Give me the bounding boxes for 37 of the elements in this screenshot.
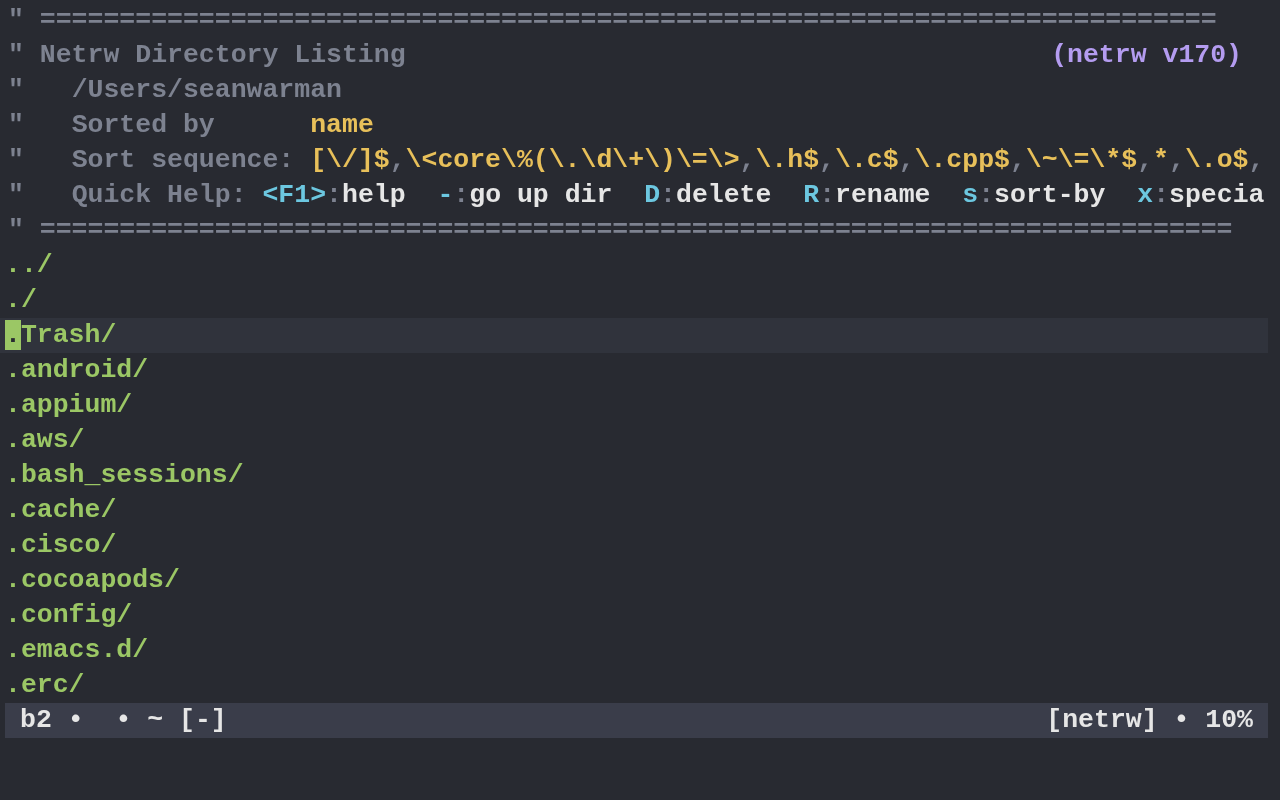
help-separator: : bbox=[326, 178, 342, 212]
help-separator: : bbox=[1153, 178, 1170, 212]
version-label: (netrw v170) bbox=[1051, 38, 1242, 72]
help-key: <F1> bbox=[262, 175, 327, 216]
help-separator: : bbox=[660, 178, 676, 212]
help-action: help bbox=[342, 178, 406, 212]
sorted-by-label: Sorted by bbox=[71, 108, 215, 142]
help-separator: : bbox=[453, 178, 470, 212]
listing-title: Netrw Directory Listing bbox=[39, 38, 406, 72]
help-key: D bbox=[644, 175, 661, 216]
directory-path: /Users/seanwarman bbox=[71, 73, 342, 107]
sort-sequence: [\/]$,\<core\%(\.\d\+\)\=\>,\.h$,\.c$,\.cpp$,\~\=\*$,*,\.o$, bbox=[310, 143, 1265, 177]
comment-mark: " bbox=[8, 3, 24, 37]
comment-mark: " bbox=[8, 73, 24, 107]
comment-mark: " bbox=[8, 213, 24, 247]
sorted-by-value: name bbox=[310, 108, 374, 142]
comment-mark: " bbox=[8, 38, 24, 72]
rule-line: ========================================================================== bbox=[39, 3, 1217, 37]
help-action: sort-by bbox=[994, 178, 1106, 212]
comment-mark: " bbox=[8, 178, 24, 212]
sort-sequence-label: Sort sequence: bbox=[71, 143, 295, 177]
help-action: specia bbox=[1169, 178, 1265, 212]
help-separator: : bbox=[978, 178, 995, 212]
quick-help-label: Quick Help: bbox=[71, 178, 247, 212]
help-key: x bbox=[1137, 175, 1154, 216]
help-action: rename bbox=[835, 178, 931, 212]
help-action: delete bbox=[676, 178, 772, 212]
help-key: R bbox=[803, 175, 820, 216]
help-separator: : bbox=[819, 178, 836, 212]
comment-mark: " bbox=[8, 108, 24, 142]
help-action: go up dir bbox=[469, 178, 613, 212]
rule-line: =========================================================================== bbox=[39, 213, 1233, 247]
help-key: s bbox=[962, 175, 979, 216]
status-right: [netrw] • 10% bbox=[1046, 703, 1253, 737]
comment-mark: " bbox=[8, 143, 24, 177]
help-key: - bbox=[437, 175, 454, 216]
status-left: b2 • • ~ [-] bbox=[20, 703, 227, 737]
